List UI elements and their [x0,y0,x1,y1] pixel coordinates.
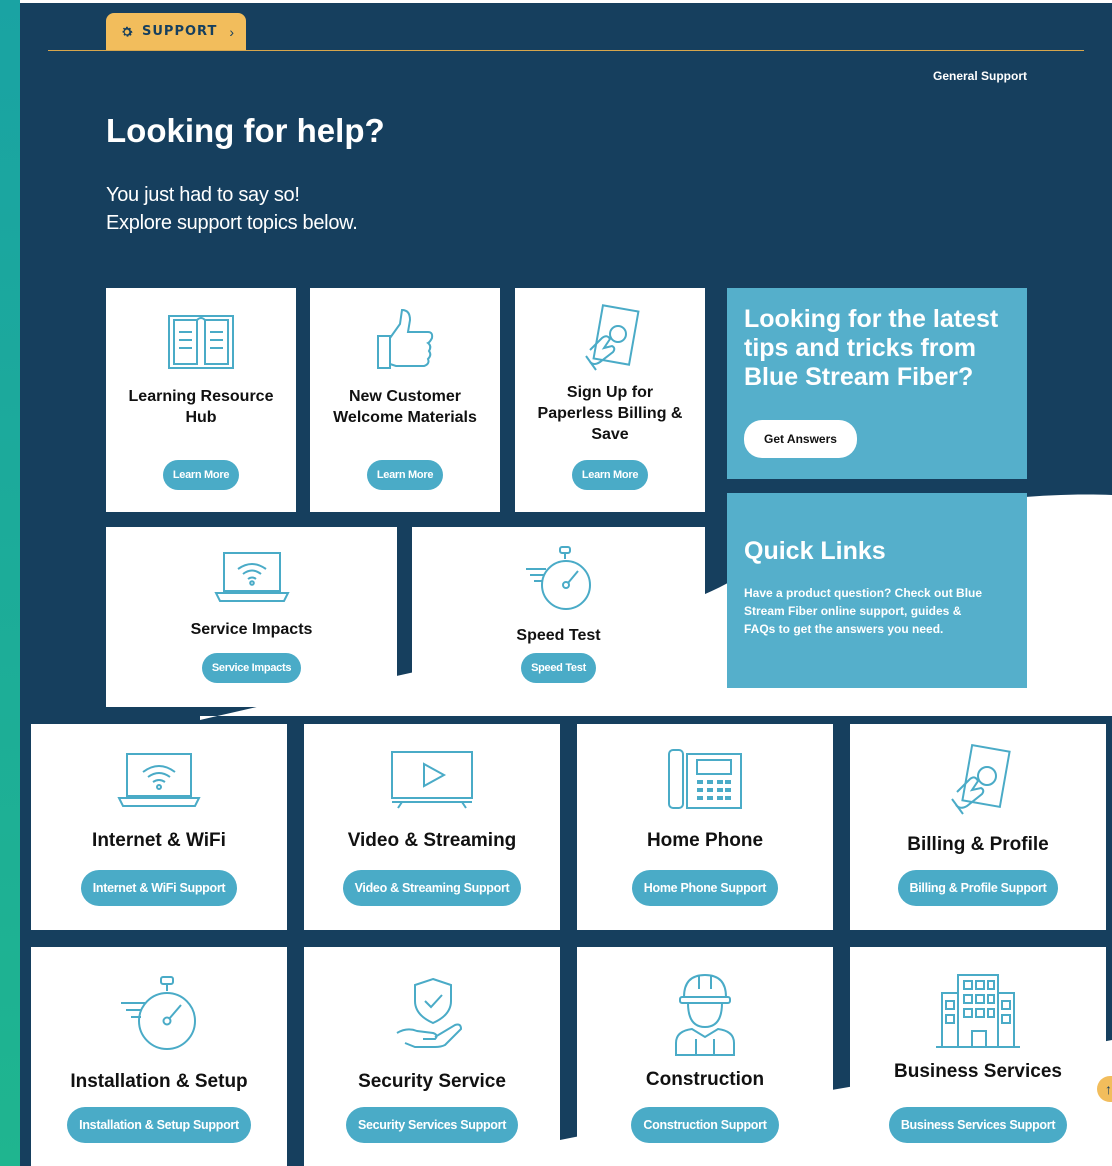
card-installation-setup: Installation & Setup Installation & Setu… [31,947,287,1166]
desk-phone-icon [668,749,742,809]
card-billing-profile: Billing & Profile Billing & Profile Supp… [850,724,1106,930]
card-title: Business Services [894,1061,1062,1082]
business-services-support-button[interactable]: Business Services Support [888,1107,1068,1143]
quick-links-text: Have a product question? Check out Blue … [744,586,983,636]
card-construction: Construction Construction Support [577,947,833,1166]
shield-hand-icon [396,977,463,1048]
card-video-streaming: Video & Streaming Video & Streaming Supp… [304,724,560,930]
quick-links-box: Quick Links Have a product question? Che… [727,493,1027,688]
card-new-customer-welcome: New Customer Welcome Materials Learn Mor… [310,288,500,512]
card-title: Installation & Setup [70,1071,248,1092]
bill-hand-icon [585,304,640,371]
hero-line-1: You just had to say so! [106,184,300,206]
stopwatch-icon [121,976,196,1050]
support-breadcrumb[interactable]: SUPPORT › [106,13,246,50]
card-security-service: Security Service Security Services Suppo… [304,947,560,1166]
learn-more-button[interactable]: Learn More [571,460,649,490]
get-answers-button[interactable]: Get Answers [744,420,857,458]
card-internet-wifi: Internet & WiFi Internet & WiFi Support [31,724,287,930]
service-impacts-button[interactable]: Service Impacts [201,653,302,683]
home-phone-support-button[interactable]: Home Phone Support [631,870,779,906]
construction-worker-icon [675,973,735,1056]
chevron-right-icon: › [229,23,234,40]
header-divider [48,50,1084,51]
card-title: Sign Up for Paperless Billing & Save [537,384,683,443]
general-support-link[interactable]: General Support [900,69,1027,83]
card-title: Internet & WiFi [92,830,226,851]
promo-title: Looking for the latest tips and tricks f… [744,305,999,391]
hero-line-2: Explore support topics below. [106,212,358,234]
card-service-impacts: Service Impacts Service Impacts [106,527,397,707]
tv-play-icon [391,751,473,809]
left-accent-strip [0,0,20,1166]
security-services-support-button[interactable]: Security Services Support [345,1107,519,1143]
office-building-icon [936,974,1020,1048]
hero-subtitle: You just had to say so! Explore support … [106,181,358,237]
stopwatch-icon [525,546,591,610]
tips-promo-box: Looking for the latest tips and tricks f… [727,288,1027,479]
laptop-wifi-icon [213,552,290,602]
card-speed-test: Speed Test Speed Test [412,527,705,707]
card-title: Home Phone [646,830,764,851]
card-title: Speed Test [516,627,601,644]
card-title: Billing & Profile [907,834,1049,855]
bill-hand-icon [951,744,1011,815]
top-border [20,0,1112,3]
quick-links-title: Quick Links [744,537,886,565]
card-title: Construction [645,1069,765,1090]
card-paperless-billing: Sign Up for Paperless Billing & Save Lea… [515,288,705,512]
card-title: New Customer Welcome Materials [333,388,477,426]
card-home-phone: Home Phone Home Phone Support [577,724,833,930]
card-title: Learning Resource Hub [128,388,274,426]
card-learning-resource-hub: Learning Resource Hub Learn More [106,288,296,512]
speed-test-button[interactable]: Speed Test [521,653,596,683]
card-business-services: Business Services Business Services Supp… [850,947,1106,1166]
thumbs-up-icon [377,308,434,369]
gear-icon [122,26,133,37]
card-title: Service Impacts [190,621,313,638]
video-streaming-support-button[interactable]: Video & Streaming Support [342,870,522,906]
installation-setup-support-button[interactable]: Installation & Setup Support [67,1107,251,1143]
learn-more-button[interactable]: Learn More [162,460,240,490]
card-title: Security Service [358,1071,506,1092]
card-title: Video & Streaming [347,830,517,851]
book-icon [168,315,234,369]
breadcrumb-label: SUPPORT [142,24,218,39]
learn-more-button[interactable]: Learn More [366,460,444,490]
billing-profile-support-button[interactable]: Billing & Profile Support [897,870,1059,906]
laptop-wifi-icon [117,753,201,807]
construction-support-button[interactable]: Construction Support [631,1107,779,1143]
page-title: Looking for help? [106,112,385,149]
internet-wifi-support-button[interactable]: Internet & WiFi Support [80,870,238,906]
